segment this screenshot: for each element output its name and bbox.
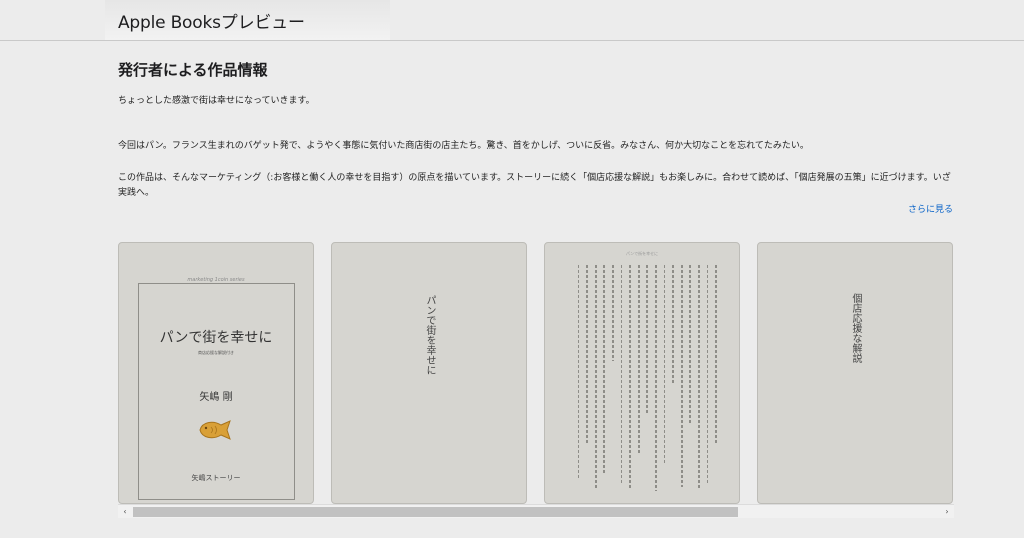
text-column [706,265,709,485]
description-paragraph-3: この作品は、そんなマーケティング（:お客様と働く人の幸せを目指す）の原点を描いて… [118,173,951,198]
text-column [612,265,614,361]
preview-page-text[interactable]: パンで街を幸せに [544,242,740,504]
cover-publisher: 矢嶋ストーリー [191,474,241,482]
cover-subtitle: 商店応援な解説付き [198,350,234,355]
text-column [689,265,692,425]
text-column [603,265,606,475]
vertical-text-lines [571,265,721,495]
scroll-right-button[interactable]: › [940,505,954,518]
text-column [680,265,683,487]
section-title: 発行者による作品情報 [118,61,268,79]
preview-page-title[interactable]: パンで街を幸せに [331,242,527,504]
description-paragraph-1: ちょっとした感激で街は幸せになっていきます。 [118,96,315,106]
scroll-left-button[interactable]: ‹ [118,505,132,518]
text-column [620,265,623,483]
cover-series-label: marketing 1coin series [187,277,245,283]
page-brand-title: Apple Booksプレビュー [118,13,305,33]
text-column [594,265,597,489]
cover-author: 矢嶋 剛 [199,392,233,403]
top-bar: Apple Booksプレビュー [0,0,1024,41]
text-column [629,265,631,490]
running-head: パンで街を幸せに [625,251,659,256]
text-column [672,265,674,385]
preview-pages: marketing 1coin series パンで街を幸せに 商店応援な解説付… [118,242,954,504]
page-title-vertical: パンで街を幸せに [424,295,435,375]
preview-page-cover[interactable]: marketing 1coin series パンで街を幸せに 商店応援な解説付… [118,242,314,504]
description-paragraph-2: 今回はパン。フランス生まれのバゲット発で、ようやく事態に気付いた商店街の店主たち… [118,141,809,151]
preview-page-commentary[interactable]: 個店応援な解説 [757,242,953,504]
text-column [646,265,649,415]
text-column [663,265,666,465]
cover-title: パンで街を幸せに [159,330,273,346]
commentary-title-vertical: 個店応援な解説 [850,293,861,363]
text-column [655,265,657,491]
text-column [698,265,700,490]
text-column [715,265,717,443]
horizontal-scrollbar[interactable]: ‹ › [118,504,954,518]
text-column [586,265,588,445]
see-more-link[interactable]: さらに見る [908,202,953,215]
scrollbar-thumb[interactable] [133,507,738,517]
taiyaki-icon [199,420,231,440]
text-column [577,265,580,479]
text-column [637,265,640,455]
